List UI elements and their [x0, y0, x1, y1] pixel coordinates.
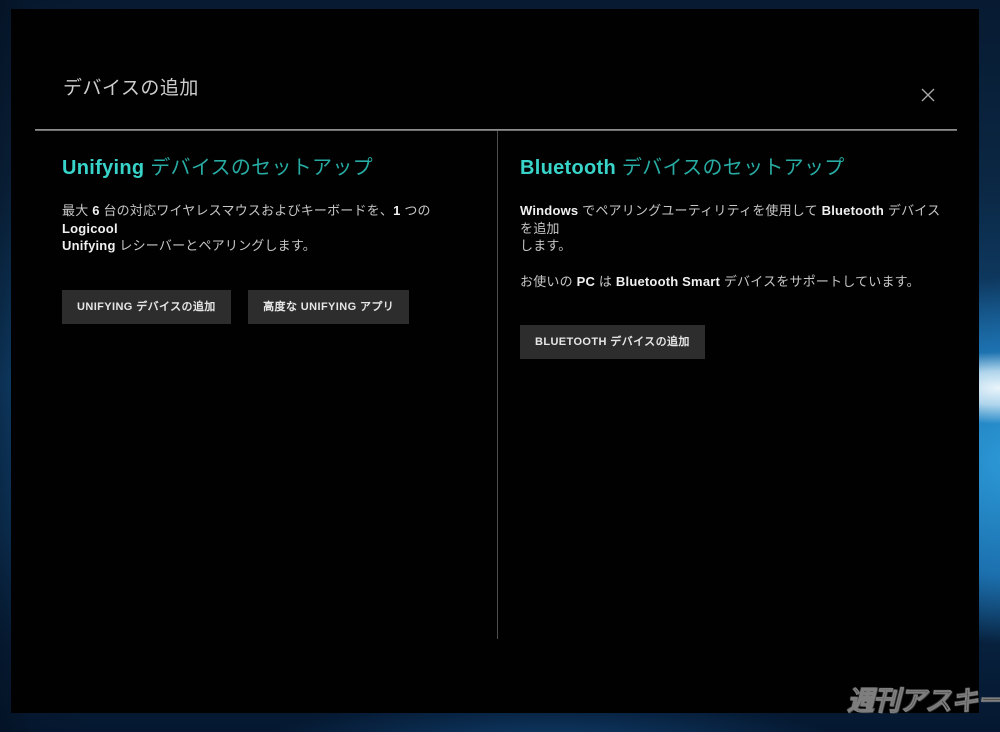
bluetooth-button-row: BLUETOOTH デバイスの追加 [520, 325, 952, 359]
unifying-desc-seg: Logicool [62, 220, 118, 236]
bluetooth-section: Bluetooth デバイスのセットアップ Windows でペアリングユーティ… [520, 155, 952, 359]
bluetooth-desc-seg: デバイスをサポートしています。 [720, 273, 920, 289]
unifying-button-row: UNIFYING デバイスの追加 高度な UNIFYING アプリ [62, 289, 486, 324]
close-icon [921, 88, 935, 102]
bluetooth-heading-brand: Bluetooth [520, 157, 617, 179]
unifying-desc-seg: 最大 [62, 203, 93, 218]
bluetooth-desc-seg: Windows [520, 203, 579, 218]
unifying-heading: Unifying デバイスのセットアップ [62, 155, 486, 181]
unifying-desc-seg: つの [400, 203, 431, 218]
add-device-dialog: デバイスの追加 Unifying デバイスのセットアップ 最大 6 台の対応ワイ… [11, 9, 979, 713]
watermark-weekly-ascii: 週刊アスキー [847, 686, 1000, 717]
bluetooth-description-1: Windows でペアリングユーティリティを使用して Bluetooth デバイ… [520, 202, 952, 255]
bluetooth-desc-seg: します。 [520, 238, 572, 253]
dialog-title: デバイスの追加 [63, 78, 199, 99]
bluetooth-desc-seg: Bluetooth [821, 203, 885, 218]
desktop-wallpaper: デバイスの追加 Unifying デバイスのセットアップ 最大 6 台の対応ワイ… [0, 0, 1000, 732]
bluetooth-desc-seg: Bluetooth Smart [615, 273, 721, 289]
add-bluetooth-device-button[interactable]: BLUETOOTH デバイスの追加 [520, 325, 705, 359]
bluetooth-desc-seg: お使いの [520, 273, 577, 289]
unifying-desc-seg: 台の対応ワイヤレスマウスおよびキーボードを、 [99, 203, 394, 218]
title-divider [35, 129, 957, 131]
unifying-desc-seg: Unifying [62, 238, 116, 253]
bluetooth-desc-seg: PC [576, 273, 596, 289]
unifying-desc-seg: 1 [393, 203, 401, 218]
unifying-desc-seg: レシーバーとペアリングします。 [115, 238, 316, 253]
add-unifying-device-button[interactable]: UNIFYING デバイスの追加 [62, 289, 231, 324]
unifying-section: Unifying デバイスのセットアップ 最大 6 台の対応ワイヤレスマウスおよ… [62, 155, 486, 324]
bluetooth-heading-rest: デバイスのセットアップ [616, 157, 845, 179]
bluetooth-desc-seg: は [595, 273, 616, 289]
unifying-heading-rest: デバイスのセットアップ [144, 157, 373, 179]
column-divider [497, 131, 498, 639]
bluetooth-desc-seg: でペアリングユーティリティを使用して [578, 203, 822, 218]
close-button[interactable] [915, 82, 941, 108]
unifying-desc-seg: 6 [92, 203, 100, 218]
unifying-description: 最大 6 台の対応ワイヤレスマウスおよびキーボードを、1 つの Logicool… [62, 202, 486, 255]
bluetooth-heading: Bluetooth デバイスのセットアップ [520, 155, 952, 181]
bluetooth-description-2: お使いの PC は Bluetooth Smart デバイスをサポートしています… [520, 273, 952, 291]
advanced-unifying-app-button[interactable]: 高度な UNIFYING アプリ [248, 289, 410, 324]
unifying-heading-brand: Unifying [62, 157, 145, 179]
